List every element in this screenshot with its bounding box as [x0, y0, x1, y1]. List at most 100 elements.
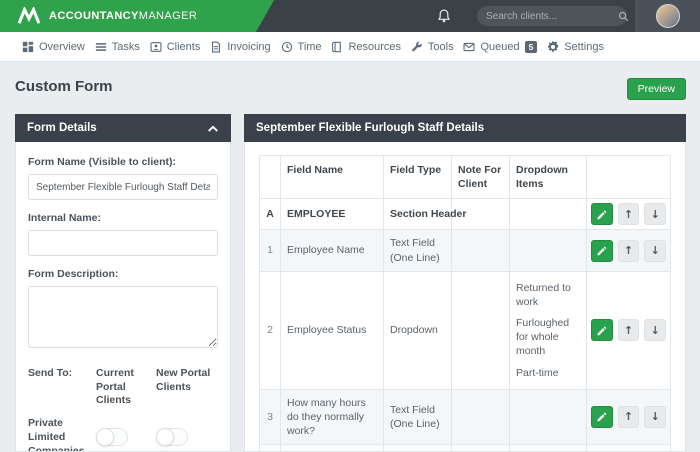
arrow-up-icon: ↑: [623, 244, 634, 258]
search-input[interactable]: [486, 10, 618, 22]
brand-logo[interactable]: ACCOUNTANCYMANAGER: [0, 0, 274, 32]
nav-label: Queued: [480, 40, 520, 53]
nav-item-tasks[interactable]: Tasks: [95, 41, 140, 53]
nav-item-overview[interactable]: Overview: [22, 41, 85, 53]
field-dropdown-items: [509, 229, 587, 272]
field-row-1: 1 Employee Name Text Field (One Line) ↑ ↓: [259, 229, 671, 272]
move-field-up-button[interactable]: ↑: [617, 203, 640, 226]
nav-item-tools[interactable]: Tools: [411, 41, 454, 53]
top-bar: ACCOUNTANCYMANAGER: [0, 0, 700, 32]
queued-count-badge: 5: [524, 40, 538, 53]
arrow-down-icon: ↓: [650, 323, 660, 337]
notifications-bell-icon[interactable]: [429, 9, 459, 23]
arrow-up-icon: ↑: [623, 207, 634, 221]
dropdown-item: Part-time: [516, 366, 559, 379]
field-type: Section Header: [383, 198, 466, 231]
arrow-up-icon: ↑: [623, 410, 634, 424]
field-name: How many hours did they work?: [280, 444, 384, 451]
search-icon[interactable]: [618, 11, 629, 22]
document-icon: [210, 40, 222, 53]
field-type: Text Field (One Line): [383, 229, 452, 272]
fields-table: Field Name Field Type Note For Client Dr…: [259, 154, 671, 451]
nav-label: Invoicing: [227, 40, 271, 53]
form-details-title: Form Details: [27, 122, 97, 134]
chevron-up-icon[interactable]: [207, 124, 219, 133]
form-details-panel: Form Details Form Name (Visible to clien…: [15, 114, 231, 452]
send-to-row-label: Private Limited Companies: [28, 416, 85, 452]
move-field-down-button[interactable]: ↓: [644, 319, 667, 342]
col-field-name: Field Name: [280, 154, 384, 200]
nav-label: Tasks: [111, 40, 140, 53]
move-field-down-button[interactable]: ↓: [644, 405, 667, 428]
brand-logo-icon: [17, 7, 41, 25]
nav-label: Settings: [564, 40, 604, 53]
user-avatar[interactable]: [655, 4, 680, 28]
field-name: Employee Name: [280, 229, 384, 272]
toggle-cell: [156, 428, 218, 447]
nav-item-clients[interactable]: Clients: [150, 41, 200, 53]
field-type: Dropdown: [383, 270, 452, 390]
internal-name-input[interactable]: [28, 230, 218, 256]
wrench-icon: [411, 41, 423, 53]
brand-bold: ACCOUNTANCY: [49, 10, 139, 22]
field-row-index: 1: [259, 229, 281, 272]
form-description-input[interactable]: [28, 286, 218, 348]
current-portal-clients-header: Current Portal Clients: [96, 367, 134, 407]
move-field-up-button[interactable]: ↑: [617, 239, 640, 262]
arrow-down-icon: ↓: [650, 207, 660, 221]
move-field-down-button[interactable]: ↓: [644, 239, 667, 262]
col-index: [259, 154, 281, 200]
pencil-icon: [596, 411, 607, 422]
field-row-2: 2 Employee Status Dropdown Returned to work…: [259, 270, 671, 390]
clock-icon: [281, 41, 293, 53]
toggle-current-portal-private-limited-companies[interactable]: [96, 428, 128, 447]
grid-icon: [22, 41, 34, 53]
form-name-input[interactable]: [28, 174, 218, 200]
field-actions: ↑↓: [586, 198, 671, 231]
envelope-icon: [463, 41, 475, 53]
edit-field-button[interactable]: [591, 405, 613, 428]
col-field-type: Field Type: [383, 154, 452, 200]
internal-name-label: Internal Name:: [28, 212, 101, 224]
table-panel-title: September Flexible Furlough Staff Detail…: [256, 122, 485, 134]
field-name: Employee Status: [280, 270, 384, 390]
field-row-index: 2: [259, 270, 281, 390]
nav-item-queued[interactable]: Queued 5: [463, 40, 538, 53]
field-actions: ↑↓: [586, 444, 671, 451]
send-to-row-private-limited-companies: Private Limited Companies: [28, 408, 218, 452]
col-dropdown-items: Dropdown Items: [509, 154, 587, 200]
field-actions: ↑↓: [586, 229, 671, 272]
field-name: How many hours do they normally work?: [280, 388, 384, 446]
nav-item-settings[interactable]: Settings: [547, 41, 604, 53]
nav-item-invoicing[interactable]: Invoicing: [210, 40, 271, 53]
edit-field-button[interactable]: [591, 203, 613, 226]
pencil-icon: [596, 245, 607, 256]
table-header-row: Field Name Field Type Note For Client Dr…: [259, 154, 671, 200]
field-row-3: 3 How many hours do they normally work? Te…: [259, 388, 671, 446]
edit-field-button[interactable]: [591, 239, 613, 262]
field-type: Text Field (One Line): [383, 444, 452, 451]
field-note-for-client: [451, 229, 510, 272]
table-panel-header: September Flexible Furlough Staff Detail…: [244, 114, 686, 142]
edit-field-button[interactable]: [591, 319, 613, 342]
nav-item-time[interactable]: Time: [281, 41, 322, 53]
field-actions: ↑↓: [586, 388, 671, 446]
toggle-new-portal-private-limited-companies[interactable]: [156, 428, 188, 447]
nav-item-resources[interactable]: Resources: [331, 41, 401, 53]
col-note-for-client: Note For Client: [451, 154, 510, 200]
pencil-icon: [596, 209, 607, 220]
move-field-up-button[interactable]: ↑: [617, 319, 640, 342]
custom-form-table-panel: September Flexible Furlough Staff Detail…: [244, 114, 686, 452]
gear-icon: [547, 40, 559, 53]
arrow-down-icon: ↓: [650, 244, 660, 258]
preview-button[interactable]: Preview: [626, 78, 686, 100]
field-actions: ↑↓: [586, 270, 671, 390]
field-row-index: 4: [259, 444, 281, 451]
form-name-label: Form Name (Visible to client):: [28, 156, 176, 168]
move-field-down-button[interactable]: ↓: [644, 203, 667, 226]
brand-name: ACCOUNTANCYMANAGER: [49, 10, 197, 22]
toggle-cell: [96, 428, 148, 447]
move-field-up-button[interactable]: ↑: [617, 405, 640, 428]
brand-light: MANAGER: [138, 10, 198, 22]
field-row-4: 4How many hours did they work?Text Field…: [259, 444, 671, 451]
